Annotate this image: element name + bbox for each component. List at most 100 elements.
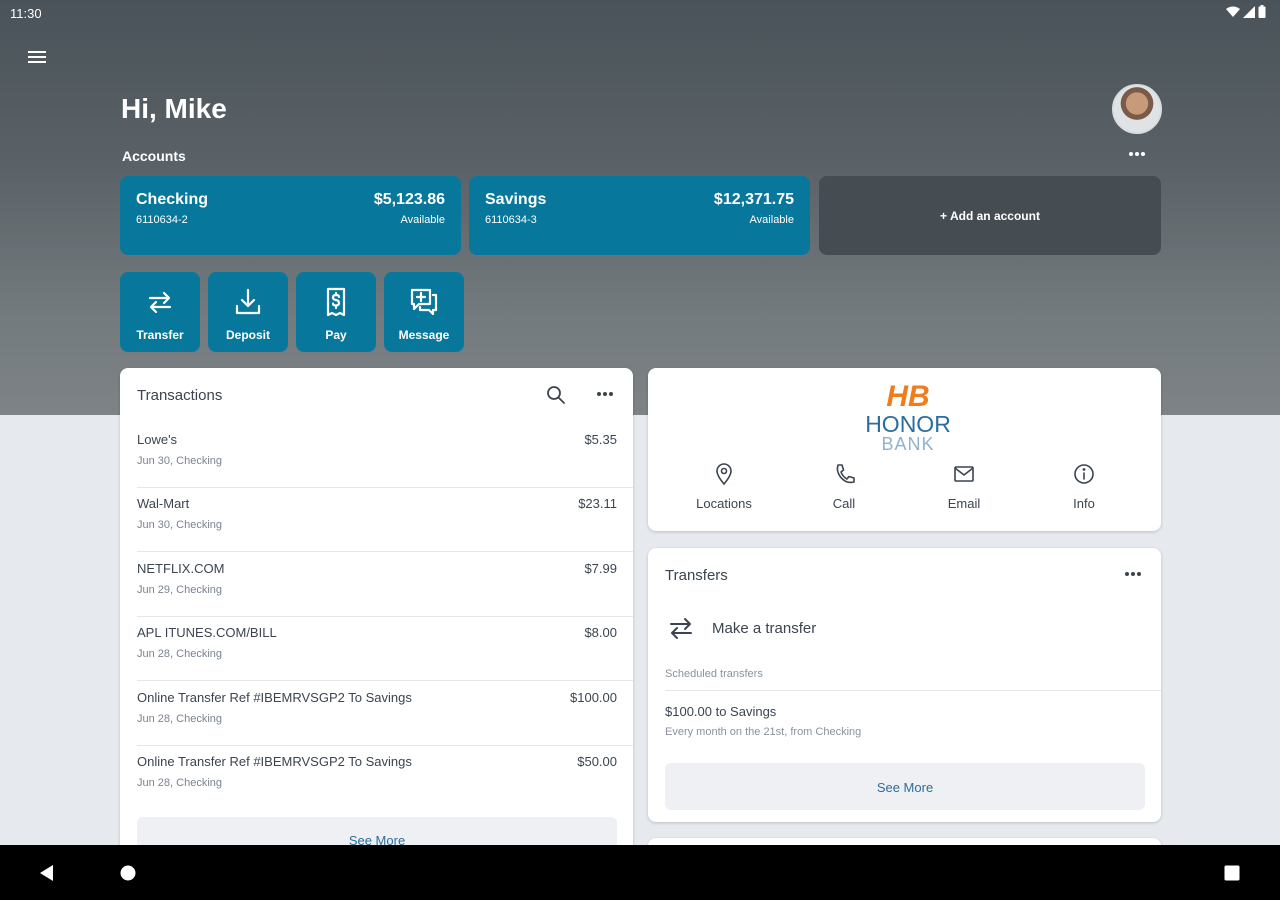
- transaction-description: Wal-Mart: [137, 496, 190, 511]
- transaction-description: Online Transfer Ref #IBEMRVSGP2 To Savin…: [137, 690, 412, 705]
- transaction-row[interactable]: NETFLIX.COM Jun 29, Checking $7.99: [137, 553, 633, 617]
- deposit-button[interactable]: Deposit: [208, 272, 288, 352]
- pay-label: Pay: [325, 328, 347, 342]
- make-transfer-label: Make a transfer: [712, 620, 817, 637]
- transfers-card: Transfers Make a transfer Scheduled tran…: [648, 548, 1161, 822]
- logo-sub: BANK: [881, 434, 934, 452]
- transaction-description: Online Transfer Ref #IBEMRVSGP2 To Savin…: [137, 754, 412, 769]
- transaction-amount: $8.00: [584, 625, 617, 640]
- transfer-button[interactable]: Transfer: [120, 272, 200, 352]
- transactions-more-button[interactable]: [590, 383, 620, 405]
- scheduled-transfer-detail: Every month on the 21st, from Checking: [665, 726, 862, 738]
- row-divider: [137, 551, 633, 552]
- transaction-row[interactable]: Online Transfer Ref #IBEMRVSGP2 To Savin…: [137, 746, 617, 810]
- row-divider: [137, 680, 633, 681]
- back-icon[interactable]: [38, 864, 56, 882]
- message-button[interactable]: Message: [384, 272, 464, 352]
- transaction-meta: Jun 30, Checking: [137, 519, 222, 531]
- deposit-label: Deposit: [225, 328, 270, 342]
- transaction-meta: Jun 30, Checking: [137, 455, 222, 467]
- battery-icon: [1258, 5, 1266, 18]
- transaction-meta: Jun 28, Checking: [137, 713, 222, 725]
- transaction-amount: $100.00: [570, 690, 617, 705]
- accounts-more-button[interactable]: [1122, 143, 1152, 165]
- account-card-savings[interactable]: Savings 6110634-3 $12,371.75 Available: [469, 176, 810, 255]
- hamburger-icon: [28, 51, 46, 63]
- transaction-amount: $50.00: [577, 754, 617, 769]
- signal-icon: [1243, 5, 1255, 18]
- transfers-title: Transfers: [665, 567, 728, 584]
- transfer-label: Transfer: [136, 328, 184, 342]
- transactions-search-button[interactable]: [544, 383, 568, 407]
- transaction-description: Lowe's: [137, 432, 178, 447]
- account-number: 6110634-3: [485, 214, 537, 226]
- honor-bank-logo: HB HONOR BANK: [865, 380, 951, 452]
- transaction-row[interactable]: Lowe's Jun 30, Checking $5.35: [137, 424, 633, 488]
- bank-info-card: HB HONOR BANK Locations Call Email Info: [648, 368, 1161, 531]
- transaction-description: NETFLIX.COM: [137, 561, 225, 576]
- more-horizontal-icon: [1125, 572, 1141, 576]
- greeting: Hi, Mike: [121, 93, 227, 124]
- transaction-row[interactable]: Wal-Mart Jun 30, Checking $23.11: [137, 488, 633, 552]
- locations-button[interactable]: Locations: [684, 462, 764, 511]
- home-icon[interactable]: [120, 865, 136, 881]
- accounts-label: Accounts: [122, 148, 186, 164]
- transaction-row[interactable]: Online Transfer Ref #IBEMRVSGP2 To Savin…: [137, 682, 633, 746]
- search-icon: [547, 386, 565, 404]
- transaction-meta: Jun 28, Checking: [137, 648, 222, 660]
- location-pin-icon: [716, 463, 732, 486]
- transaction-row[interactable]: APL ITUNES.COM/BILL Jun 28, Checking $8.…: [137, 617, 633, 681]
- transfers-see-more-button[interactable]: See More: [665, 763, 1145, 810]
- call-button[interactable]: Call: [804, 462, 884, 511]
- more-horizontal-icon: [597, 392, 613, 396]
- account-balance: $5,123.86: [373, 191, 445, 208]
- account-name: Savings: [485, 191, 547, 208]
- info-label: Info: [1073, 496, 1095, 511]
- more-horizontal-icon: [1129, 152, 1145, 156]
- transaction-amount: $5.35: [584, 432, 617, 447]
- scheduled-transfer-title: $100.00 to Savings: [665, 704, 777, 719]
- call-label: Call: [832, 496, 856, 511]
- account-balance: $12,371.75: [713, 191, 794, 208]
- transaction-amount: $7.99: [584, 561, 617, 576]
- account-name: Checking: [136, 191, 209, 208]
- transfer-icon: [670, 618, 692, 639]
- pay-icon: [326, 287, 346, 317]
- transaction-meta: Jun 28, Checking: [137, 777, 222, 789]
- status-bar: 11:30: [0, 0, 1280, 26]
- add-account-button[interactable]: + Add an account: [819, 176, 1161, 255]
- info-icon: [1074, 464, 1094, 484]
- email-icon: [954, 466, 974, 482]
- transfer-icon: [148, 291, 172, 314]
- logo-mark: HB: [886, 380, 929, 413]
- scheduled-transfer-item[interactable]: $100.00 to Savings Every month on the 21…: [665, 704, 1145, 748]
- row-divider: [665, 690, 1161, 691]
- add-account-label: + Add an account: [940, 208, 1040, 223]
- status-time: 11:30: [10, 6, 42, 21]
- locations-label: Locations: [696, 496, 752, 511]
- transfers-more-button[interactable]: [1118, 563, 1148, 585]
- account-number: 6110634-2: [136, 214, 188, 226]
- transactions-title: Transactions: [137, 387, 223, 404]
- transaction-description: APL ITUNES.COM/BILL: [137, 625, 277, 640]
- transaction-amount: $23.11: [578, 496, 617, 511]
- account-balance-label: Available: [749, 214, 794, 226]
- email-label: Email: [947, 496, 981, 511]
- system-nav-bar: [0, 845, 1280, 900]
- menu-button[interactable]: [24, 44, 50, 70]
- info-button[interactable]: Info: [1044, 462, 1124, 511]
- recents-icon[interactable]: [1224, 865, 1240, 881]
- message-icon: [410, 288, 438, 316]
- wifi-icon: [1226, 6, 1240, 17]
- transaction-meta: Jun 29, Checking: [137, 584, 222, 596]
- pay-button[interactable]: Pay: [296, 272, 376, 352]
- transactions-card: Transactions Lowe's Jun 30, Checking $5.…: [120, 368, 633, 868]
- avatar[interactable]: [1112, 84, 1162, 134]
- deposit-icon: [235, 288, 261, 315]
- make-transfer-button[interactable]: Make a transfer: [665, 608, 1145, 648]
- message-label: Message: [398, 328, 450, 342]
- scheduled-transfers-label: Scheduled transfers: [665, 668, 763, 680]
- email-button[interactable]: Email: [924, 462, 1004, 511]
- phone-icon: [836, 464, 855, 484]
- account-card-checking[interactable]: Checking 6110634-2 $5,123.86 Available: [120, 176, 461, 255]
